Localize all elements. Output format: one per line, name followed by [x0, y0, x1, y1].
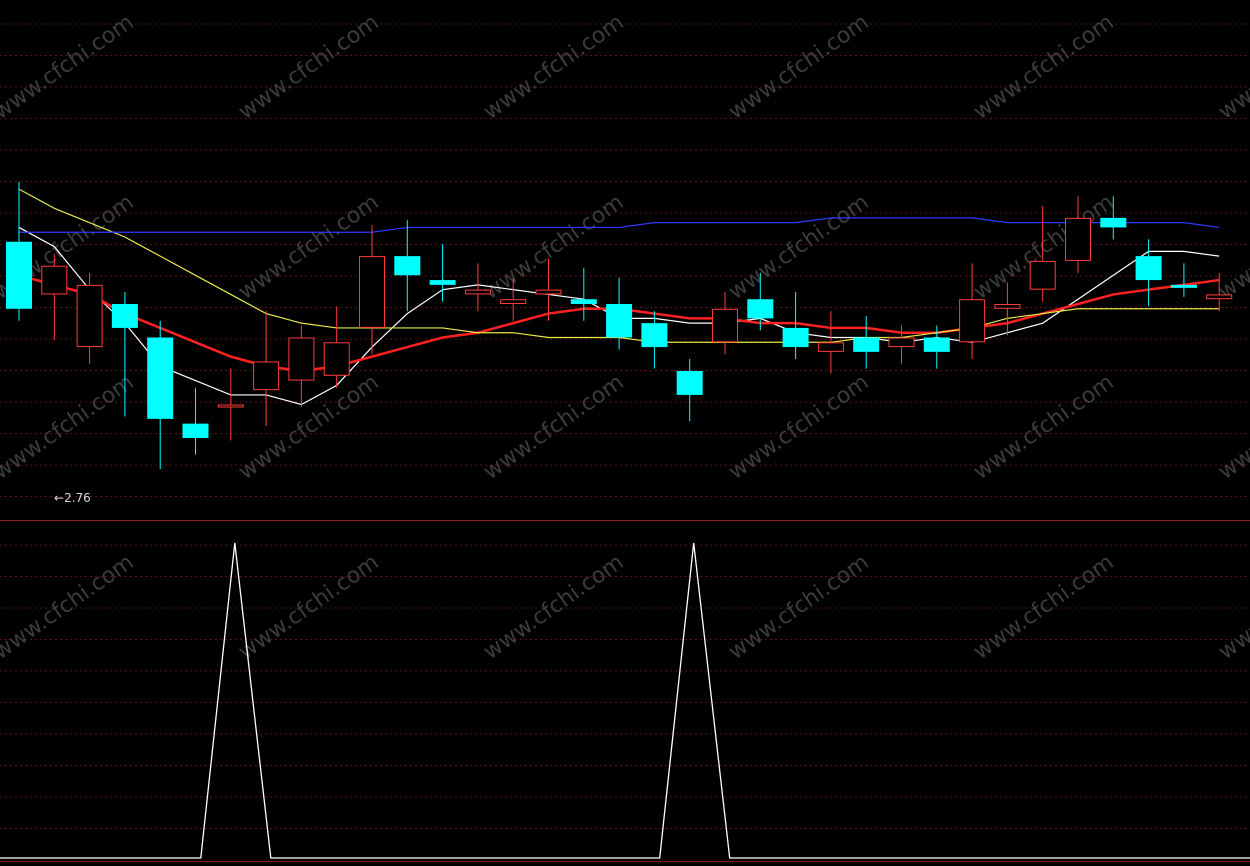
candle-body — [288, 337, 315, 381]
candle-body — [923, 337, 950, 352]
candle-body — [217, 404, 244, 408]
candle-body — [41, 265, 68, 295]
candle-body — [182, 423, 209, 438]
candle-body — [676, 371, 703, 395]
candle-body — [994, 304, 1021, 309]
candle-body — [500, 299, 527, 305]
low-price-value: 2.76 — [64, 491, 91, 505]
candle-body — [6, 241, 32, 309]
candle-body — [1065, 217, 1091, 261]
candle-body — [359, 256, 385, 328]
candle-body — [1100, 217, 1127, 228]
candle-body — [853, 337, 880, 352]
chart-canvas: www.cfchi.com www.cfchi.com www.cfchi.com w… — [0, 0, 1250, 866]
low-price-marker: ←2.76 — [54, 491, 91, 505]
candle-body — [535, 289, 562, 295]
candle-body — [817, 342, 844, 352]
candle-body — [747, 299, 774, 319]
candle-body — [464, 289, 491, 295]
candle-body — [253, 361, 280, 391]
candle-body — [1135, 256, 1162, 281]
candle-body — [394, 256, 421, 276]
candle-body — [1170, 284, 1197, 288]
candle-body — [570, 299, 597, 304]
candle-body — [147, 337, 174, 419]
candle-body — [712, 308, 738, 343]
low-price-arrow: ← — [54, 491, 64, 505]
candle-body — [782, 327, 809, 348]
candle-body — [429, 280, 456, 285]
candle-body — [641, 323, 668, 348]
candle-body — [1206, 294, 1233, 300]
candle-body — [76, 284, 103, 348]
candle-body — [959, 299, 986, 343]
candle-body — [111, 304, 138, 328]
candle-body — [888, 337, 915, 348]
candle-body — [323, 342, 350, 376]
candle-body — [606, 304, 633, 338]
candle-body — [1029, 260, 1056, 290]
